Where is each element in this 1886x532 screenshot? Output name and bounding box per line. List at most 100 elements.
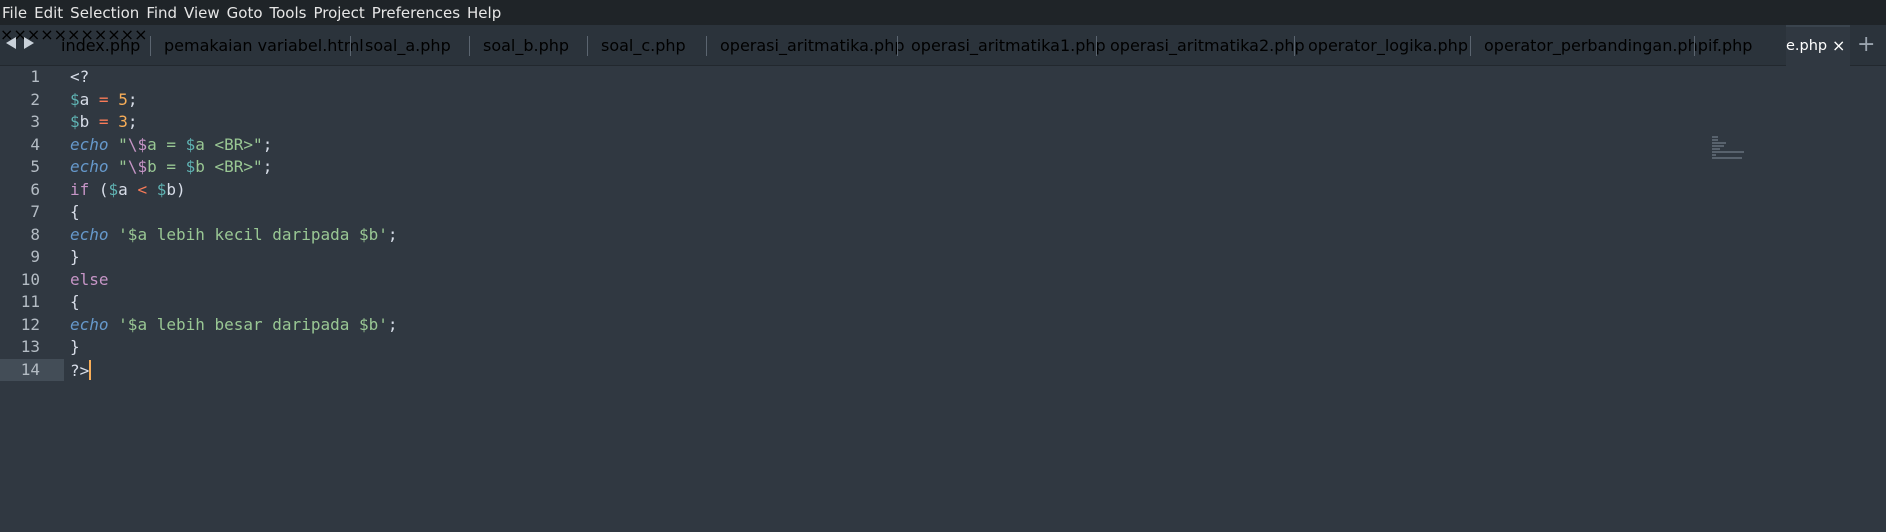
- line-number: 1: [30, 67, 40, 86]
- code-line[interactable]: $b = 3;: [70, 112, 137, 131]
- code-token: (: [89, 179, 109, 199]
- tab-label[interactable]: operasi_aritmatika1.php: [911, 36, 1106, 55]
- code-line[interactable]: echo "\$a = $a <BR>";: [70, 135, 272, 154]
- code-token: =: [98, 112, 109, 131]
- code-token: $: [70, 112, 80, 131]
- code-line[interactable]: ?>: [70, 359, 92, 380]
- code-token: ;: [127, 112, 138, 131]
- code-token: ;: [387, 224, 398, 244]
- code-line[interactable]: echo '$a lebih besar daripada $b';: [70, 315, 398, 334]
- tab-divider: [469, 36, 470, 56]
- tab-label[interactable]: operator_perbandingan.php: [1484, 36, 1708, 55]
- tab-label[interactable]: pemakaian variabel.html: [164, 36, 364, 55]
- menu-item-tools[interactable]: Tools: [270, 4, 314, 22]
- code-token: a: [118, 179, 138, 199]
- close-icon[interactable]: ×: [40, 25, 53, 44]
- new-tab-icon[interactable]: +: [1857, 32, 1875, 57]
- line-number: 10: [20, 269, 40, 289]
- line-number: 14: [20, 359, 40, 379]
- code-token: echo: [70, 157, 109, 176]
- tab-scroll-right-icon[interactable]: [24, 37, 34, 49]
- code-line[interactable]: echo '$a lebih kecil daripada $b';: [70, 225, 398, 244]
- line-number: 2: [30, 89, 40, 109]
- code-token: {: [70, 202, 80, 221]
- code-token: echo: [70, 314, 109, 334]
- line-number: 6: [30, 179, 40, 199]
- tab-label[interactable]: if.php: [1708, 36, 1752, 55]
- tab-active-label: e.php: [1786, 38, 1828, 54]
- line-number: 13: [20, 337, 40, 356]
- menu-item-preferences[interactable]: Preferences: [372, 4, 467, 22]
- menu-item-view[interactable]: View: [184, 4, 227, 22]
- code-token: {: [70, 292, 80, 311]
- code-token: a <BR>": [195, 134, 263, 154]
- tab-label[interactable]: soal_a.php: [365, 36, 451, 55]
- menu-item-find[interactable]: Find: [146, 4, 184, 22]
- code-token: ;: [262, 134, 273, 154]
- tab-label[interactable]: operator_logika.php: [1308, 36, 1468, 55]
- code-line[interactable]: <?: [70, 67, 89, 86]
- menu-item-selection[interactable]: Selection: [70, 4, 146, 22]
- tab-divider: [897, 36, 898, 56]
- code-token: '$a lebih besar daripada $b': [118, 314, 388, 334]
- code-token: }: [70, 337, 80, 356]
- line-number: 9: [30, 247, 40, 266]
- tab-label[interactable]: operasi_aritmatika.php: [720, 36, 905, 55]
- tab-divider: [1694, 36, 1695, 56]
- menu-item-goto[interactable]: Goto: [227, 4, 270, 22]
- code-line[interactable]: }: [70, 247, 80, 266]
- code-token: b <BR>": [195, 157, 263, 176]
- tab-divider: [1096, 36, 1097, 56]
- line-number: 5: [30, 157, 40, 176]
- line-number: 8: [30, 224, 40, 244]
- code-line[interactable]: $a = 5;: [70, 90, 137, 109]
- code-line[interactable]: else: [70, 270, 109, 289]
- menu-bar: File Edit Selection Find View Goto Tools Projec…: [0, 0, 1886, 25]
- menu-item-project[interactable]: Project: [313, 4, 371, 22]
- minimap[interactable]: [1712, 136, 1752, 168]
- code-line[interactable]: {: [70, 202, 80, 221]
- code-token: 5: [118, 89, 128, 109]
- menu-item-help[interactable]: Help: [467, 4, 508, 22]
- line-number: 11: [20, 292, 40, 311]
- tab-label[interactable]: index.php: [61, 36, 140, 55]
- editor[interactable]: 1 2 3 4 5 6 7 8 9 10 11 12 13 14 <? $a = 5; $b = 3; echo…: [0, 66, 1886, 532]
- code-token: ;: [387, 314, 398, 334]
- line-number: 4: [30, 134, 40, 154]
- code-token: ": [118, 157, 128, 176]
- code-token: $: [185, 134, 196, 154]
- code-token: b): [166, 179, 186, 199]
- code-token: =: [98, 89, 109, 109]
- close-icon[interactable]: ×: [1832, 36, 1845, 55]
- text-cursor: [89, 359, 92, 380]
- code-token: ;: [262, 157, 273, 176]
- tab-active[interactable]: e.php ×: [1786, 25, 1850, 67]
- tab-label[interactable]: soal_c.php: [601, 36, 686, 55]
- code-token: $: [185, 157, 196, 176]
- tab-scroll-left-icon[interactable]: [6, 37, 16, 49]
- menu-item-file[interactable]: File: [0, 4, 34, 22]
- tab-nav-arrows: [6, 37, 34, 49]
- code-line[interactable]: echo "\$b = $b <BR>";: [70, 157, 272, 176]
- code-token: b: [79, 112, 99, 131]
- tab-label[interactable]: operasi_aritmatika2.php: [1110, 36, 1305, 55]
- menu-item-edit[interactable]: Edit: [34, 4, 70, 22]
- line-number: 7: [30, 202, 40, 221]
- code-token: \$: [127, 134, 148, 154]
- code-token: }: [70, 247, 80, 266]
- code-token: $: [70, 89, 80, 109]
- tab-label[interactable]: soal_b.php: [483, 36, 569, 55]
- code-line[interactable]: {: [70, 292, 80, 311]
- code-token: 3: [118, 112, 128, 131]
- code-line[interactable]: }: [70, 337, 80, 356]
- code-token: else: [70, 269, 109, 289]
- code-line[interactable]: if ($a < $b): [70, 180, 186, 199]
- code-token: ?>: [70, 360, 90, 380]
- code-token: echo: [70, 224, 109, 244]
- line-number: 12: [20, 314, 40, 334]
- code-token: a: [79, 89, 99, 109]
